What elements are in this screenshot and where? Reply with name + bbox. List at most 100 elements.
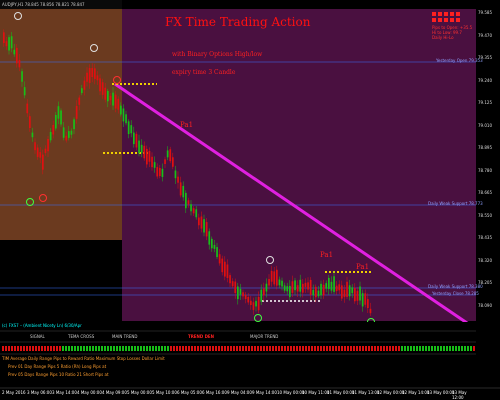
signal-bar: [377, 346, 379, 351]
signal-bar: [452, 346, 454, 351]
candle-body: [166, 150, 169, 158]
candle-body: [156, 167, 159, 177]
signal-bar: [254, 346, 256, 351]
signal-bar: [353, 346, 355, 351]
candle-body: [112, 92, 114, 106]
info-panel: Pips to Open: +35.5 Hi to Low: 99.7 Dail…: [432, 12, 474, 54]
signal-bar: [410, 346, 412, 351]
candle-body: [174, 170, 177, 179]
candle-body: [195, 209, 198, 218]
time-tick: 10 May 11:00: [302, 390, 330, 395]
candle-body: [312, 289, 315, 296]
signal-bar: [401, 346, 403, 351]
candle-body: [320, 283, 322, 296]
signal-bar: [86, 346, 88, 351]
candle-body: [151, 156, 153, 168]
signal-bar: [296, 346, 298, 351]
signal-bar: [98, 346, 100, 351]
signal-bar: [170, 346, 172, 351]
candle-body: [299, 279, 302, 292]
candle-body: [179, 182, 182, 196]
signal-bar: [122, 346, 124, 351]
signal-bar: [89, 346, 91, 351]
candle-body: [257, 296, 260, 311]
signal-bar: [278, 346, 280, 351]
candle-body: [114, 94, 117, 109]
signal-bar: [266, 346, 268, 351]
signal-bar: [392, 346, 394, 351]
candle-body: [289, 285, 291, 298]
signal-bar: [245, 346, 247, 351]
signal-bar: [32, 346, 34, 351]
chart-canvas[interactable]: [0, 0, 500, 400]
level-label-3: Daily Weak Support 78.380: [428, 284, 483, 289]
price-tick: 78.665: [478, 190, 492, 195]
candle-body: [161, 168, 164, 177]
level-label-1: Yesterday Open 79.353: [436, 58, 483, 63]
signal-bar: [92, 346, 94, 351]
candle-body: [187, 200, 190, 205]
stats-row-2: Prev 05 Days Range Pips 10 Ratio 21 Shor…: [8, 372, 109, 377]
candle-body: [49, 131, 52, 141]
candle-body: [226, 264, 229, 278]
signal-bar: [203, 346, 205, 351]
price-tick: 78.895: [478, 145, 492, 150]
signal-bar: [35, 346, 37, 351]
main-trend-label: MAIN TREND: [112, 334, 138, 339]
signal-bar: [164, 346, 166, 351]
candle-body: [335, 285, 338, 292]
time-tick: 2 May 2016: [2, 390, 26, 395]
overlay-title: FX Time Trading Action: [165, 15, 311, 29]
signal-bar: [248, 346, 250, 351]
signal-bar: [473, 346, 475, 351]
candle-body: [23, 87, 26, 96]
time-axis: 2 May 2016 3 May 06:00 3 May 14:00 4 May 00…: [0, 390, 476, 400]
candle-body: [99, 78, 101, 92]
time-tick: 5 May 10:00: [152, 390, 177, 395]
signal-bar: [218, 346, 220, 351]
candle-body: [213, 244, 216, 249]
signal-bar: [119, 346, 121, 351]
signal-bar: [446, 346, 448, 351]
info-line-3: Daily Hi-Lo: [432, 35, 454, 40]
candle-body: [62, 127, 65, 138]
candle-body: [286, 286, 289, 292]
signal-bar: [116, 346, 118, 351]
window-title: AUDJPY,H1 78.845 78.856 78.821 78.847: [2, 2, 85, 7]
signal-bar: [8, 346, 10, 351]
candle-body: [16, 47, 18, 64]
signal-bar: [356, 346, 358, 351]
candle-body: [5, 41, 8, 47]
signal-bar: [461, 346, 463, 351]
candle-body: [42, 154, 44, 170]
signal-bar: [413, 346, 415, 351]
candle-body: [182, 185, 185, 198]
signal-bar: [173, 346, 175, 351]
time-tick: 6 May 05:00: [177, 390, 202, 395]
candle-body: [348, 285, 351, 297]
signal-bar: [437, 346, 439, 351]
signal-bar: [47, 346, 49, 351]
candle-body: [122, 108, 125, 122]
signal-bar: [230, 346, 232, 351]
candle-body: [125, 114, 127, 124]
candle-body: [83, 80, 86, 90]
signal-bar: [395, 346, 397, 351]
trend-den-label: TREND DEN: [188, 334, 215, 339]
signal-bar: [329, 346, 331, 351]
candle-body: [242, 292, 244, 297]
price-tick: 79.585: [478, 10, 492, 15]
signal-bar: [443, 346, 445, 351]
signal-bar: [206, 346, 208, 351]
price-tick: 78.205: [478, 280, 492, 285]
signal-bar: [419, 346, 421, 351]
candle-body: [75, 105, 78, 119]
candle-body: [185, 192, 187, 209]
candle-body: [130, 125, 133, 134]
candle-body: [338, 284, 341, 291]
signal-bar: [23, 346, 25, 351]
candle-body: [60, 110, 62, 125]
time-tick: 9 May 04:00: [227, 390, 252, 395]
candle-body: [263, 288, 265, 296]
signal-bar: [41, 346, 43, 351]
